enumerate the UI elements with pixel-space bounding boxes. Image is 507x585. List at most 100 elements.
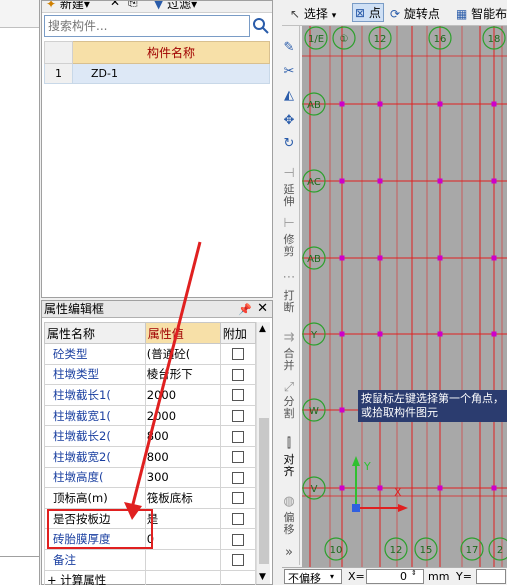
axis-bubble-bottom-label: 10 xyxy=(330,545,343,556)
component-name-cell[interactable]: ZD-1 xyxy=(72,63,270,84)
offset-button-label[interactable]: 偏移 xyxy=(281,512,297,536)
extra-checkbox-cell[interactable] xyxy=(219,487,257,509)
scroll-up-icon[interactable]: ▲ xyxy=(259,324,266,334)
smart-layout-icon: ▦ xyxy=(456,7,468,21)
property-value[interactable]: 棱台形下 xyxy=(144,363,221,386)
extra-checkbox-cell[interactable] xyxy=(219,528,257,550)
extra-checkbox-cell[interactable] xyxy=(219,404,257,427)
property-value[interactable]: 2000 xyxy=(144,404,221,427)
extra-checkbox-cell[interactable] xyxy=(219,507,257,530)
table-row[interactable]: + 计算属性 xyxy=(44,569,257,585)
property-scrollbar[interactable]: ▲ ▼ xyxy=(256,322,270,584)
extra-checkbox[interactable] xyxy=(231,410,244,423)
extra-checkbox[interactable] xyxy=(231,368,244,381)
extra-checkbox[interactable] xyxy=(231,389,244,402)
extra-checkbox[interactable] xyxy=(231,471,244,484)
split-button-label[interactable]: 分割 xyxy=(281,396,297,420)
extra-checkbox-cell[interactable] xyxy=(219,548,257,571)
axis-bubble-top-label: 12 xyxy=(374,34,387,45)
extra-checkbox-cell[interactable] xyxy=(219,425,257,447)
pin-icon[interactable]: 📌 xyxy=(238,301,252,318)
point-button[interactable]: ⊠ 点 xyxy=(352,3,384,22)
smart-layout-button[interactable]: ▦ 智能布 xyxy=(456,5,507,22)
extra-checkbox[interactable] xyxy=(231,492,244,505)
pen-icon[interactable]: ✎ xyxy=(281,40,297,56)
property-value[interactable]: 300 xyxy=(144,466,221,489)
property-value[interactable]: 800 xyxy=(144,425,221,447)
trim-icon[interactable]: ⊢ xyxy=(281,216,297,232)
property-value[interactable]: 800 xyxy=(144,445,221,468)
search-input[interactable] xyxy=(44,15,250,37)
move-icon[interactable]: ✥ xyxy=(281,113,297,129)
offset-mode-dropdown-icon[interactable]: ▾ xyxy=(330,572,334,581)
extend-icon[interactable]: ⊣ xyxy=(281,166,297,182)
mirror-icon[interactable]: ◭ xyxy=(281,88,297,104)
table-row[interactable]: 柱墩截长2( 800 xyxy=(44,425,257,447)
extra-checkbox[interactable] xyxy=(231,348,244,361)
table-row[interactable]: 柱墩截长1( 2000 xyxy=(44,384,257,406)
rotate-point-button-label: 旋转点 xyxy=(403,7,440,21)
search-icon[interactable] xyxy=(252,17,270,35)
more-chevron-icon[interactable]: » xyxy=(281,545,297,561)
table-row[interactable]: 备注 xyxy=(44,548,257,571)
scrollbar-thumb[interactable] xyxy=(259,418,269,564)
property-value[interactable]: 是 xyxy=(144,507,221,530)
extra-checkbox[interactable] xyxy=(231,513,244,526)
scissors-icon[interactable]: ✂ xyxy=(281,64,297,80)
calc-properties-expander[interactable]: + 计算属性 xyxy=(44,569,146,585)
header-property-name: 属性名称 xyxy=(44,322,146,344)
property-value[interactable]: 2000 xyxy=(144,384,221,406)
property-value[interactable]: 0 xyxy=(144,528,221,550)
dropdown-arrow-icon: ▾ xyxy=(331,11,337,21)
align-icon[interactable]: ⫿ xyxy=(281,436,297,452)
copy-icon[interactable]: ⎘ xyxy=(128,1,138,10)
scroll-down-icon[interactable]: ▼ xyxy=(259,572,266,582)
offset-icon[interactable]: ◍ xyxy=(281,494,297,510)
property-name: 柱墩截长2( xyxy=(44,425,146,447)
extra-checkbox[interactable] xyxy=(231,554,244,567)
extra-checkbox-cell[interactable] xyxy=(219,445,257,468)
axis-grid[interactable]: 1/E ① 12 16 18 AB AC AB Y W V 10 12 15 17 2 Y X xyxy=(302,26,507,567)
extra-checkbox-cell[interactable] xyxy=(219,384,257,406)
component-list-panel: ✦ 新建▾ ✕ ⎘ ▼ 过滤▾ 构件名称 1 ZD-1 xyxy=(41,0,273,298)
property-value[interactable]: 筏板底标 xyxy=(144,487,221,509)
close-icon[interactable]: ✕ xyxy=(257,300,268,317)
point-icon: ⊠ xyxy=(355,6,366,20)
node-point xyxy=(377,101,383,107)
property-name: 柱墩截宽2( xyxy=(44,445,146,468)
table-row[interactable]: 柱墩截宽2( 800 xyxy=(44,445,257,468)
extend-button-label[interactable]: 延伸 xyxy=(281,184,297,208)
extra-checkbox-cell[interactable] xyxy=(219,466,257,489)
extra-checkbox[interactable] xyxy=(231,451,244,464)
new-button[interactable]: ✦ 新建▾ xyxy=(46,1,90,12)
y-coordinate-input[interactable] xyxy=(476,569,506,584)
trim-button-label[interactable]: 修剪 xyxy=(281,234,297,258)
rotate-point-button[interactable]: ⟳ 旋转点 xyxy=(390,5,440,22)
extra-checkbox-cell[interactable] xyxy=(219,343,257,365)
property-value[interactable]: (普通砼( xyxy=(144,343,221,365)
extra-checkbox[interactable] xyxy=(231,533,244,546)
table-row[interactable]: 柱墩类型 棱台形下 xyxy=(44,363,257,386)
new-button-label: 新建 xyxy=(59,1,84,11)
select-button[interactable]: ↖ 选择 ▾ xyxy=(290,5,336,22)
merge-icon[interactable]: ⇉ xyxy=(281,330,297,346)
table-row[interactable]: 柱墩截宽1( 2000 xyxy=(44,404,257,427)
drawing-canvas[interactable]: 1/E ① 12 16 18 AB AC AB Y W V 10 12 15 17 2 Y X xyxy=(302,26,507,567)
break-button-label[interactable]: 打断 xyxy=(281,290,297,314)
break-icon[interactable]: ⋯ xyxy=(281,270,297,286)
extra-checkbox[interactable] xyxy=(231,430,244,443)
x-spin-icon[interactable]: ⇕ xyxy=(411,569,417,577)
extra-checkbox-cell[interactable] xyxy=(219,363,257,386)
merge-button-label[interactable]: 合并 xyxy=(281,348,297,372)
table-row[interactable]: 砼类型 (普通砼( xyxy=(44,343,257,365)
table-row[interactable]: 顶标高(m) 筏板底标 xyxy=(44,487,257,509)
property-value[interactable] xyxy=(144,548,221,571)
extra-cell xyxy=(219,569,257,585)
filter-button[interactable]: ▼ 过滤▾ xyxy=(154,1,197,12)
align-button-label[interactable]: 对齐 xyxy=(281,454,297,478)
delete-icon[interactable]: ✕ xyxy=(110,1,120,9)
table-row[interactable]: 柱墩高度( 300 xyxy=(44,466,257,489)
rotate-icon[interactable]: ↻ xyxy=(281,136,297,152)
table-row[interactable]: 1 ZD-1 xyxy=(44,63,270,84)
split-icon[interactable]: ⤢ xyxy=(281,380,297,396)
